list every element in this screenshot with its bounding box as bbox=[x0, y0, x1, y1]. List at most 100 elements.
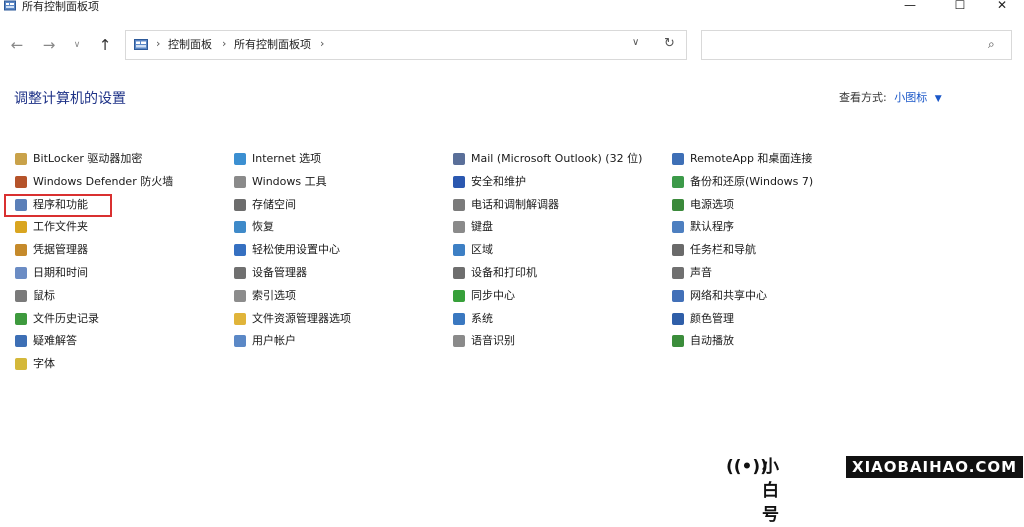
maximize-button[interactable]: ☐ bbox=[938, 0, 982, 13]
clock-icon bbox=[15, 267, 27, 279]
mail-icon bbox=[453, 153, 465, 165]
speaker-icon bbox=[672, 267, 684, 279]
phone-modem-icon bbox=[453, 198, 465, 211]
folder-options-icon bbox=[234, 312, 246, 325]
control-panel-item-label: Windows Defender 防火墙 bbox=[33, 174, 174, 188]
control-panel-item-label: 键盘 bbox=[471, 220, 493, 234]
control-panel-item-label: 用户帐户 bbox=[252, 334, 296, 348]
color-management-icon bbox=[672, 312, 684, 325]
control-panel-item-label: Mail (Microsoft Outlook) (32 位) bbox=[471, 152, 643, 165]
watermark-cn-text: 小白号 bbox=[762, 457, 780, 525]
storage-icon bbox=[234, 198, 246, 211]
view-by: 查看方式: 小图标 ▼ bbox=[839, 90, 942, 107]
control-panel-item-label: 轻松使用设置中心 bbox=[252, 243, 340, 257]
system-icon bbox=[453, 312, 465, 325]
mouse-icon bbox=[15, 289, 27, 302]
forward-button[interactable]: → bbox=[38, 26, 60, 64]
title-bar: 所有控制面板项 — ☐ ✕ bbox=[0, 0, 1024, 14]
control-panel-item-label: 疑难解答 bbox=[33, 334, 77, 348]
taskbar-icon bbox=[672, 244, 684, 257]
work-folders-icon bbox=[15, 221, 27, 234]
watermark-en-text: XIAOBAIHAO.COM bbox=[846, 456, 1024, 478]
back-button[interactable]: ← bbox=[6, 26, 28, 64]
region-icon bbox=[453, 244, 465, 257]
device-manager-icon bbox=[234, 267, 246, 279]
control-panel-item-label: 文件历史记录 bbox=[33, 311, 99, 325]
up-button[interactable]: ↑ bbox=[94, 26, 116, 64]
breadcrumb-separator[interactable]: › bbox=[320, 37, 324, 50]
flag-icon bbox=[453, 175, 465, 188]
control-panel-item-label: 语音识别 bbox=[471, 334, 515, 348]
indexing-icon bbox=[234, 289, 246, 302]
control-panel-item-label: 工作文件夹 bbox=[33, 220, 88, 234]
search-icon[interactable]: ⌕ bbox=[988, 37, 995, 52]
control-panel-item-label: 鼠标 bbox=[33, 288, 55, 302]
control-panel-item-label: 恢复 bbox=[252, 220, 274, 234]
control-panel-item-label: 网络和共享中心 bbox=[690, 288, 767, 302]
font-icon bbox=[15, 358, 27, 371]
control-panel-item-label: 设备管理器 bbox=[252, 266, 307, 279]
sync-icon bbox=[453, 289, 465, 302]
file-history-icon bbox=[15, 312, 27, 325]
keyboard-icon bbox=[453, 221, 465, 234]
minimize-button[interactable]: — bbox=[888, 0, 932, 13]
bitlocker-icon bbox=[15, 153, 27, 165]
backup-icon bbox=[672, 175, 684, 188]
control-panel-item-label: 系统 bbox=[471, 311, 493, 325]
control-panel-item-label: 任务栏和导航 bbox=[690, 243, 756, 257]
credential-icon bbox=[15, 244, 27, 257]
close-button[interactable]: ✕ bbox=[980, 0, 1024, 13]
microphone-icon bbox=[453, 335, 465, 348]
view-by-dropdown[interactable]: 小图标 bbox=[894, 91, 927, 104]
control-panel-item-label: 字体 bbox=[33, 357, 55, 371]
control-panel-item-label: 索引选项 bbox=[252, 288, 296, 302]
control-panel-item-label: Windows 工具 bbox=[252, 174, 327, 188]
control-panel-item-label: 默认程序 bbox=[690, 220, 734, 234]
refresh-button[interactable]: ↻ bbox=[664, 36, 675, 51]
breadcrumb-separator[interactable]: › bbox=[222, 37, 226, 50]
control-panel-item-label: 文件资源管理器选项 bbox=[252, 311, 351, 325]
firewall-icon bbox=[15, 175, 27, 188]
navigation-bar: ← → ∨ ↑ › 控制面板 › 所有控制面板项 › ∨ ↻ ⌕ bbox=[0, 26, 1024, 64]
search-input[interactable] bbox=[706, 35, 980, 57]
address-bar[interactable]: › 控制面板 › 所有控制面板项 › ∨ ↻ bbox=[125, 30, 687, 60]
ease-of-access-icon bbox=[234, 244, 246, 257]
power-icon bbox=[672, 198, 684, 211]
window-title: 所有控制面板项 bbox=[22, 0, 99, 13]
control-panel-item-label: BitLocker 驱动器加密 bbox=[33, 152, 143, 165]
control-panel-icon bbox=[4, 0, 16, 11]
recovery-icon bbox=[234, 221, 246, 234]
control-panel-item-label: 电源选项 bbox=[690, 197, 734, 211]
search-box[interactable]: ⌕ bbox=[701, 30, 1012, 60]
page-title: 调整计算机的设置 bbox=[14, 91, 126, 107]
control-panel-item-label: 区域 bbox=[471, 243, 493, 257]
address-dropdown-button[interactable]: ∨ bbox=[632, 37, 639, 48]
control-panel-item-label: 声音 bbox=[690, 266, 712, 279]
control-panel-item-label: 安全和维护 bbox=[471, 174, 526, 188]
remoteapp-icon bbox=[672, 153, 684, 165]
control-panel-item-label: 设备和打印机 bbox=[471, 266, 537, 279]
chevron-down-icon[interactable]: ▼ bbox=[935, 94, 942, 104]
control-panel-item-label: 颜色管理 bbox=[690, 311, 734, 325]
control-panel-item-label: 存储空间 bbox=[252, 197, 296, 211]
internet-options-icon bbox=[234, 153, 246, 165]
breadcrumb-control-panel[interactable]: 控制面板 bbox=[168, 37, 212, 53]
user-accounts-icon bbox=[234, 335, 246, 348]
view-by-label: 查看方式: bbox=[839, 91, 887, 104]
control-panel-item-label: 日期和时间 bbox=[33, 266, 88, 279]
control-panel-item-label: 自动播放 bbox=[690, 334, 734, 348]
control-panel-item-label: 同步中心 bbox=[471, 288, 515, 302]
highlight-box bbox=[4, 194, 112, 217]
breadcrumb-all-items[interactable]: 所有控制面板项 bbox=[234, 37, 311, 53]
control-panel-item-label: 电话和调制解调器 bbox=[471, 197, 559, 211]
recent-locations-button[interactable]: ∨ bbox=[66, 26, 88, 64]
control-panel-icon bbox=[134, 39, 148, 50]
network-icon bbox=[672, 289, 684, 302]
control-panel-item-label: RemoteApp 和桌面连接 bbox=[690, 152, 813, 165]
control-panel-item-label: 备份和还原(Windows 7) bbox=[690, 174, 814, 188]
breadcrumb-separator: › bbox=[156, 37, 161, 50]
control-panel-item-label: 凭据管理器 bbox=[33, 243, 88, 257]
autoplay-icon bbox=[672, 335, 684, 348]
printer-icon bbox=[453, 267, 465, 279]
troubleshoot-icon bbox=[15, 335, 27, 348]
